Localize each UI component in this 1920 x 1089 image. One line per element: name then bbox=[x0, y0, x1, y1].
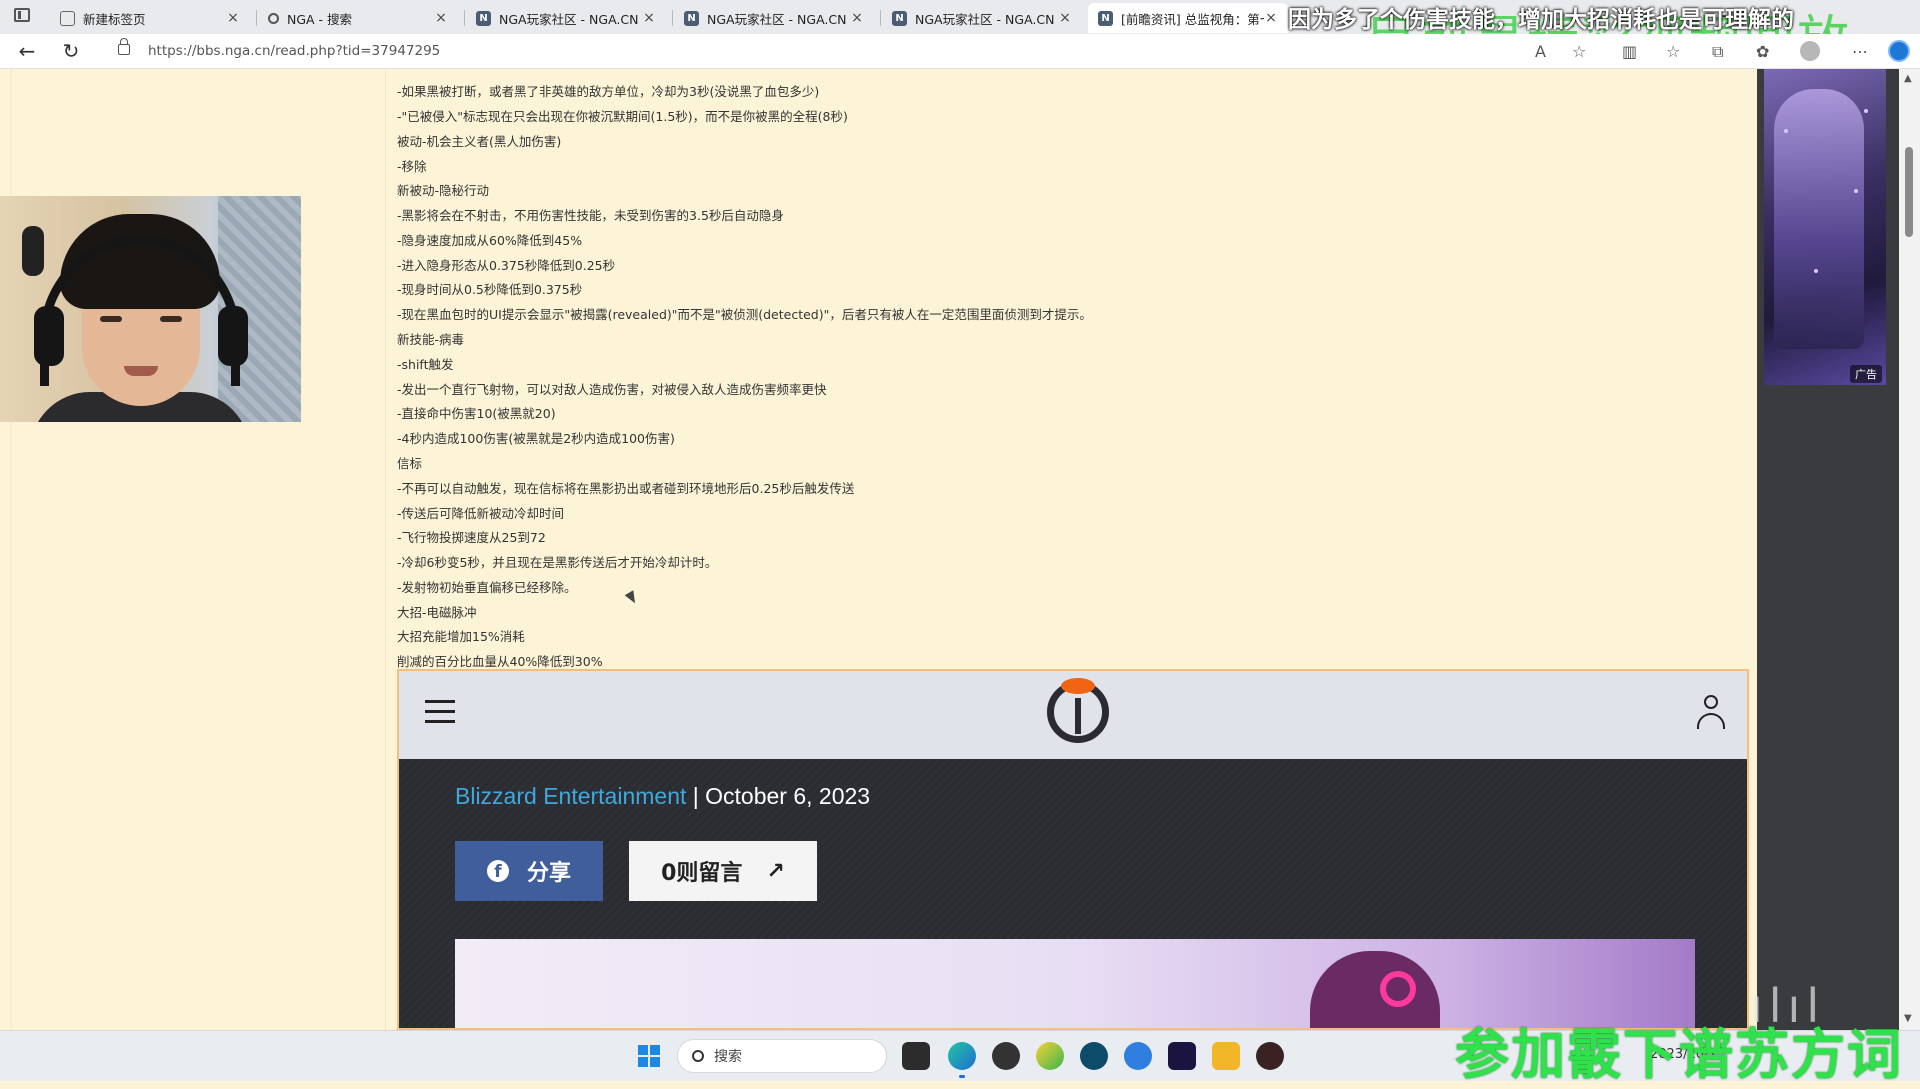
article-byline: Blizzard Entertainment | October 6, 2023 bbox=[455, 783, 871, 809]
post-line: -进入隐身形态从0.375秒降低到0.25秒 bbox=[397, 258, 616, 273]
address-bar[interactable]: https://bbs.nga.cn/read.php?tid=37947295 bbox=[148, 43, 440, 59]
post-line: -直接命中伤害10(被黑就20) bbox=[397, 406, 556, 421]
split-screen-icon[interactable]: ▥ bbox=[1622, 42, 1637, 61]
extensions-icon[interactable]: ✿ bbox=[1756, 42, 1769, 61]
tab-nga-3[interactable]: N NGA玩家社区 - NGA.CN × bbox=[882, 3, 1082, 33]
task-view-icon[interactable] bbox=[902, 1042, 930, 1070]
ad-label: 广告 bbox=[1850, 365, 1882, 383]
read-aloud-icon[interactable]: A bbox=[1535, 42, 1546, 61]
media-player-icon[interactable] bbox=[1256, 1042, 1284, 1070]
search-icon bbox=[268, 12, 279, 24]
app-icon-green[interactable] bbox=[1036, 1042, 1064, 1070]
refresh-icon[interactable]: ↻ bbox=[60, 40, 82, 62]
publish-date: October 6, 2023 bbox=[705, 783, 871, 809]
tab-new-tab[interactable]: 新建标签页 × bbox=[50, 3, 250, 33]
post-line: 新被动-隐秘行动 bbox=[397, 183, 490, 198]
post-line: 新技能-病毒 bbox=[397, 332, 465, 347]
tab-actions-icon[interactable] bbox=[14, 8, 30, 22]
post-line: -不再可以自动触发，现在信标将在黑影扔出或者碰到环境地形后0.25秒后触发传送 bbox=[397, 481, 855, 496]
premiere-icon[interactable] bbox=[1168, 1042, 1196, 1070]
post-line: -冷却6秒变5秒，并且现在是黑影传送后才开始冷却计时。 bbox=[397, 555, 718, 570]
tab-nga-2[interactable]: N NGA玩家社区 - NGA.CN × bbox=[674, 3, 874, 33]
file-explorer-icon[interactable] bbox=[1212, 1042, 1240, 1070]
close-icon[interactable]: × bbox=[434, 10, 448, 26]
favorite-add-icon[interactable]: ☆ bbox=[1572, 42, 1586, 61]
nga-icon: N bbox=[1098, 10, 1113, 26]
post-line: -现在黑血包时的UI提示会显示"被揭露(revealed)"而不是"被侦测(de… bbox=[397, 307, 1092, 322]
post-line: -shift触发 bbox=[397, 357, 454, 372]
post-line: -如果黑被打断，或者黑了非英雄的敌方单位，冷却为3秒(没说黑了血包多少) bbox=[397, 84, 820, 99]
post-line: 被动-机会主义者(黑人加伤害) bbox=[397, 134, 562, 149]
tab-nga-1[interactable]: N NGA玩家社区 - NGA.CN × bbox=[466, 3, 666, 33]
post-line: -发射物初始垂直偏移已经移除。 bbox=[397, 580, 577, 595]
close-icon[interactable]: × bbox=[850, 10, 864, 26]
news-site-header bbox=[399, 671, 1747, 759]
close-icon[interactable]: × bbox=[226, 10, 240, 26]
post-line: -"已被侵入"标志现在只会出现在你被沉默期间(1.5秒)，而不是你被黑的全程(8… bbox=[397, 109, 848, 124]
browser-toolbar: ← ↻ https://bbs.nga.cn/read.php?tid=3794… bbox=[0, 34, 1920, 69]
edge-browser-icon[interactable] bbox=[948, 1042, 976, 1070]
close-icon[interactable]: × bbox=[642, 10, 656, 26]
post-line: 信标 bbox=[397, 456, 423, 471]
embedded-news-card: Blizzard Entertainment | October 6, 2023… bbox=[397, 669, 1749, 1030]
back-arrow-icon[interactable]: ← bbox=[16, 40, 38, 62]
post-line: -现身时间从0.5秒降低到0.375秒 bbox=[397, 282, 583, 297]
taskbar-search[interactable]: 搜索 bbox=[677, 1039, 887, 1073]
app-icon-red[interactable] bbox=[992, 1042, 1020, 1070]
page-viewport: -如果黑被打断，或者黑了非英雄的敌方单位，冷却为3秒(没说黑了血包多少) -"已… bbox=[0, 69, 1920, 1030]
user-account-icon[interactable] bbox=[1695, 695, 1727, 733]
post-line: -飞行物投掷速度从25到72 bbox=[397, 530, 546, 545]
collections-icon[interactable]: ⧉ bbox=[1712, 42, 1723, 62]
streamer-webcam bbox=[0, 196, 301, 422]
more-menu-icon[interactable]: ⋯ bbox=[1852, 42, 1868, 61]
post-line: -隐身速度加成从60%降低到45% bbox=[397, 233, 583, 248]
post-line: -移除 bbox=[397, 159, 427, 174]
post-line: 削减的百分比血量从40%降低到30% bbox=[397, 654, 603, 669]
external-arrow-icon: ↗ bbox=[766, 858, 785, 884]
facebook-icon: f bbox=[486, 860, 509, 882]
page-scrollbar[interactable]: ▲ ▼ bbox=[1899, 69, 1920, 1030]
profile-avatar[interactable] bbox=[1800, 41, 1820, 61]
author-link[interactable]: Blizzard Entertainment bbox=[455, 783, 686, 809]
app-icon-blue[interactable] bbox=[1124, 1042, 1152, 1070]
windows-start-icon[interactable] bbox=[638, 1045, 660, 1067]
comments-button[interactable]: 0则留言 ↗ bbox=[629, 841, 817, 901]
nga-icon: N bbox=[892, 10, 907, 26]
overwatch-logo[interactable] bbox=[1047, 678, 1109, 743]
post-line: 大招-电磁脉冲 bbox=[397, 605, 477, 620]
share-button[interactable]: f 分享 bbox=[455, 841, 603, 901]
scrollbar-thumb[interactable] bbox=[1905, 147, 1913, 237]
search-icon bbox=[692, 1050, 704, 1062]
sidebar-ad[interactable]: 广告 bbox=[1764, 69, 1886, 385]
nga-icon: N bbox=[476, 10, 491, 26]
hamburger-menu-icon[interactable] bbox=[425, 700, 455, 724]
app-icon-teal[interactable] bbox=[1080, 1042, 1108, 1070]
overlay-caption-bottom: 参加霰下谱苏方词 bbox=[1455, 1023, 1903, 1086]
tab-nga-search[interactable]: NGA - 搜索 × bbox=[258, 3, 458, 33]
nga-icon: N bbox=[684, 10, 699, 26]
tab-active-article[interactable]: N [前瞻资讯] 总监视角：第七 × bbox=[1088, 3, 1288, 33]
scroll-up-icon[interactable]: ▲ bbox=[1904, 73, 1912, 84]
mouse-cursor bbox=[624, 590, 640, 606]
news-article-body: Blizzard Entertainment | October 6, 2023… bbox=[399, 759, 1747, 1028]
scroll-down-icon[interactable]: ▼ bbox=[1904, 1013, 1912, 1024]
lock-icon[interactable] bbox=[118, 38, 130, 55]
post-line: -4秒内造成100伤害(被黑就是2秒内造成100伤害) bbox=[397, 431, 675, 446]
close-icon[interactable]: × bbox=[1264, 10, 1278, 26]
post-line: -黑影将会在不射击，不用伤害性技能，未受到伤害的3.5秒后自动隐身 bbox=[397, 208, 784, 223]
copilot-icon[interactable] bbox=[1888, 40, 1910, 62]
overlay-caption-top: 因为多了个伤害技能，增加大招消耗也是可理解的 bbox=[1288, 7, 1794, 33]
post-line: -发出一个直行飞射物，可以对敌人造成伤害，对被侵入敌人造成伤害频率更快 bbox=[397, 382, 827, 397]
post-line: -传送后可降低新被动冷却时间 bbox=[397, 506, 565, 521]
close-icon[interactable]: × bbox=[1058, 10, 1072, 26]
page-icon bbox=[60, 10, 75, 26]
post-line: 大招充能增加15%消耗 bbox=[397, 629, 525, 644]
favorites-icon[interactable]: ☆ bbox=[1666, 42, 1680, 61]
